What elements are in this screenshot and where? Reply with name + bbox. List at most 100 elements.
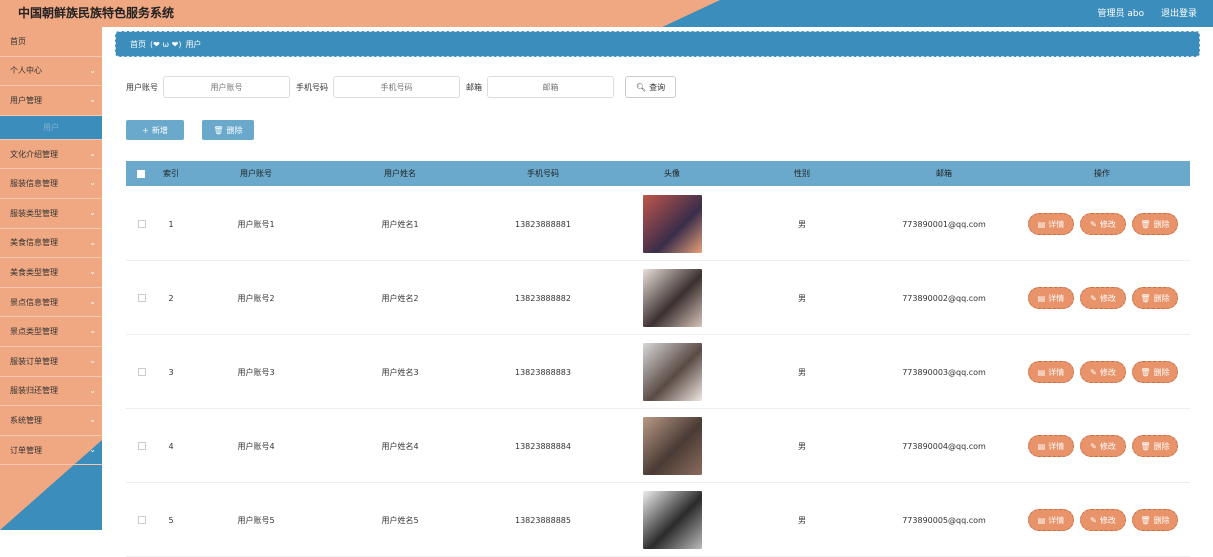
- row-checkbox-cell: [132, 187, 152, 261]
- cell-account: 用户账号4: [237, 441, 275, 451]
- row-checkbox[interactable]: [138, 220, 146, 228]
- cell-account: 用户账号1: [237, 219, 275, 229]
- email-label: 邮箱: [466, 82, 482, 92]
- query-button[interactable]: 🔍︎ 查询: [625, 76, 676, 98]
- cell-account: 用户账号5: [237, 515, 275, 525]
- cell-phone: 13823888881: [515, 219, 571, 229]
- avatar[interactable]: [642, 343, 702, 401]
- cell-name: 用户姓名1: [381, 219, 419, 229]
- sidebar-item-label: 服装订单管理: [10, 356, 58, 366]
- avatar[interactable]: [642, 269, 702, 327]
- sidebar-item[interactable]: 服装类型管理 ⌄: [0, 199, 102, 229]
- cell-gender: 男: [798, 515, 806, 525]
- trash-icon: 🗑︎: [1140, 219, 1151, 229]
- batch-delete-button[interactable]: 🗑︎ 删除: [202, 120, 254, 140]
- breadcrumb-current: 用户: [185, 39, 202, 49]
- trash-icon: 🗑︎: [213, 125, 224, 135]
- chevron-down-icon: ⌄: [89, 178, 96, 188]
- row-checkbox-cell: [132, 261, 152, 335]
- edit-label: 修改: [1099, 293, 1116, 303]
- edit-button[interactable]: ✎ 修改: [1080, 287, 1126, 309]
- sidebar-item[interactable]: 首页: [0, 27, 102, 57]
- sidebar-item[interactable]: 景点类型管理 ⌄: [0, 317, 102, 347]
- sidebar-item[interactable]: 服装归还管理 ⌄: [0, 377, 102, 407]
- col-avatar: 头像: [664, 169, 680, 178]
- trash-icon: 🗑︎: [1140, 515, 1151, 525]
- add-button-label: 新增: [151, 125, 168, 135]
- cell-phone: 13823888885: [515, 515, 571, 525]
- cell-gender: 男: [798, 293, 806, 303]
- detail-button[interactable]: ▤ 详情: [1028, 213, 1074, 235]
- edit-button[interactable]: ✎ 修改: [1080, 361, 1126, 383]
- cell-index: 5: [168, 515, 174, 525]
- row-checkbox[interactable]: [138, 294, 146, 302]
- app-title: 中国朝鲜族民族特色服务系统: [18, 6, 175, 20]
- detail-button[interactable]: ▤ 详情: [1028, 287, 1074, 309]
- cell-account: 用户账号2: [237, 293, 275, 303]
- select-all-checkbox[interactable]: [137, 170, 145, 178]
- detail-button[interactable]: ▤ 详情: [1028, 361, 1074, 383]
- detail-button[interactable]: ▤ 详情: [1028, 435, 1074, 457]
- row-checkbox[interactable]: [138, 516, 146, 524]
- email-search-input[interactable]: [487, 76, 614, 98]
- avatar[interactable]: [642, 195, 702, 253]
- cell-name: 用户姓名2: [381, 293, 419, 303]
- cell-phone: 13823888884: [515, 441, 571, 451]
- sidebar-item[interactable]: 美食信息管理 ⌄: [0, 229, 102, 259]
- row-checkbox[interactable]: [138, 442, 146, 450]
- avatar[interactable]: [642, 491, 702, 549]
- table-row: 2 用户账号2 用户姓名2 13823888882 男 773890002@qq.com ▤…: [126, 261, 1190, 335]
- sidebar-item-label: 用户: [43, 122, 59, 132]
- table-row: 4 用户账号4 用户姓名4 13823888884 男 773890004@qq.com ▤…: [126, 409, 1190, 483]
- sidebar-item[interactable]: 景点信息管理 ⌄: [0, 288, 102, 318]
- delete-button[interactable]: 🗑︎ 删除: [1132, 361, 1178, 383]
- chevron-down-icon: ⌄: [89, 237, 96, 247]
- delete-button[interactable]: 🗑︎ 删除: [1132, 287, 1178, 309]
- pencil-icon: ✎: [1090, 367, 1097, 377]
- sidebar-item[interactable]: 订单管理 ⌄: [0, 436, 102, 466]
- current-user[interactable]: 管理员 abo: [1098, 9, 1145, 19]
- logout-link[interactable]: 退出登录: [1161, 9, 1197, 19]
- sidebar-item-label: 文化介绍管理: [10, 149, 58, 159]
- sidebar-item[interactable]: 文化介绍管理 ⌄: [0, 140, 102, 170]
- sidebar-item[interactable]: 个人中心 ⌄: [0, 57, 102, 87]
- sidebar-item[interactable]: 用户管理 ⌄: [0, 86, 102, 116]
- col-account: 用户账号: [240, 169, 272, 178]
- sidebar-item-label: 服装类型管理: [10, 208, 58, 218]
- trash-icon: 🗑︎: [1140, 441, 1151, 451]
- delete-label: 删除: [1153, 515, 1170, 525]
- edit-button[interactable]: ✎ 修改: [1080, 213, 1126, 235]
- sidebar-item-label: 用户管理: [10, 95, 42, 105]
- edit-label: 修改: [1099, 367, 1116, 377]
- detail-button[interactable]: ▤ 详情: [1028, 509, 1074, 531]
- edit-button[interactable]: ✎ 修改: [1080, 435, 1126, 457]
- cell-gender: 男: [798, 441, 806, 451]
- delete-label: 删除: [1153, 293, 1170, 303]
- cell-email: 773890001@qq.com: [902, 219, 986, 229]
- breadcrumb-home[interactable]: 首页: [130, 39, 146, 50]
- edit-button[interactable]: ✎ 修改: [1080, 509, 1126, 531]
- add-button[interactable]: + 新增: [126, 120, 184, 140]
- sidebar-item[interactable]: 服装订单管理 ⌄: [0, 347, 102, 377]
- detail-icon: ▤: [1037, 219, 1046, 229]
- avatar[interactable]: [642, 417, 702, 475]
- plus-icon: +: [142, 125, 149, 135]
- phone-search-input[interactable]: [333, 76, 460, 98]
- delete-button[interactable]: 🗑︎ 删除: [1132, 509, 1178, 531]
- sidebar-item[interactable]: 服装信息管理 ⌄: [0, 169, 102, 199]
- delete-button[interactable]: 🗑︎ 删除: [1132, 435, 1178, 457]
- row-actions: ▤ 详情 ✎ 修改 🗑︎ 删除: [1028, 187, 1188, 261]
- cell-phone: 13823888882: [515, 293, 571, 303]
- chevron-down-icon: ⌄: [89, 65, 96, 75]
- account-search-input[interactable]: [163, 76, 290, 98]
- sidebar-item-label: 服装归还管理: [10, 386, 58, 396]
- sidebar-item[interactable]: 系统管理 ⌄: [0, 406, 102, 436]
- delete-button[interactable]: 🗑︎ 删除: [1132, 213, 1178, 235]
- chevron-down-icon: ⌄: [89, 207, 96, 217]
- avatar-cell: [622, 187, 722, 261]
- sidebar-item[interactable]: 美食类型管理 ⌄: [0, 258, 102, 288]
- row-checkbox[interactable]: [138, 368, 146, 376]
- sidebar-item[interactable]: 用户: [0, 115, 102, 140]
- edit-label: 修改: [1099, 219, 1116, 229]
- detail-icon: ▤: [1037, 441, 1046, 451]
